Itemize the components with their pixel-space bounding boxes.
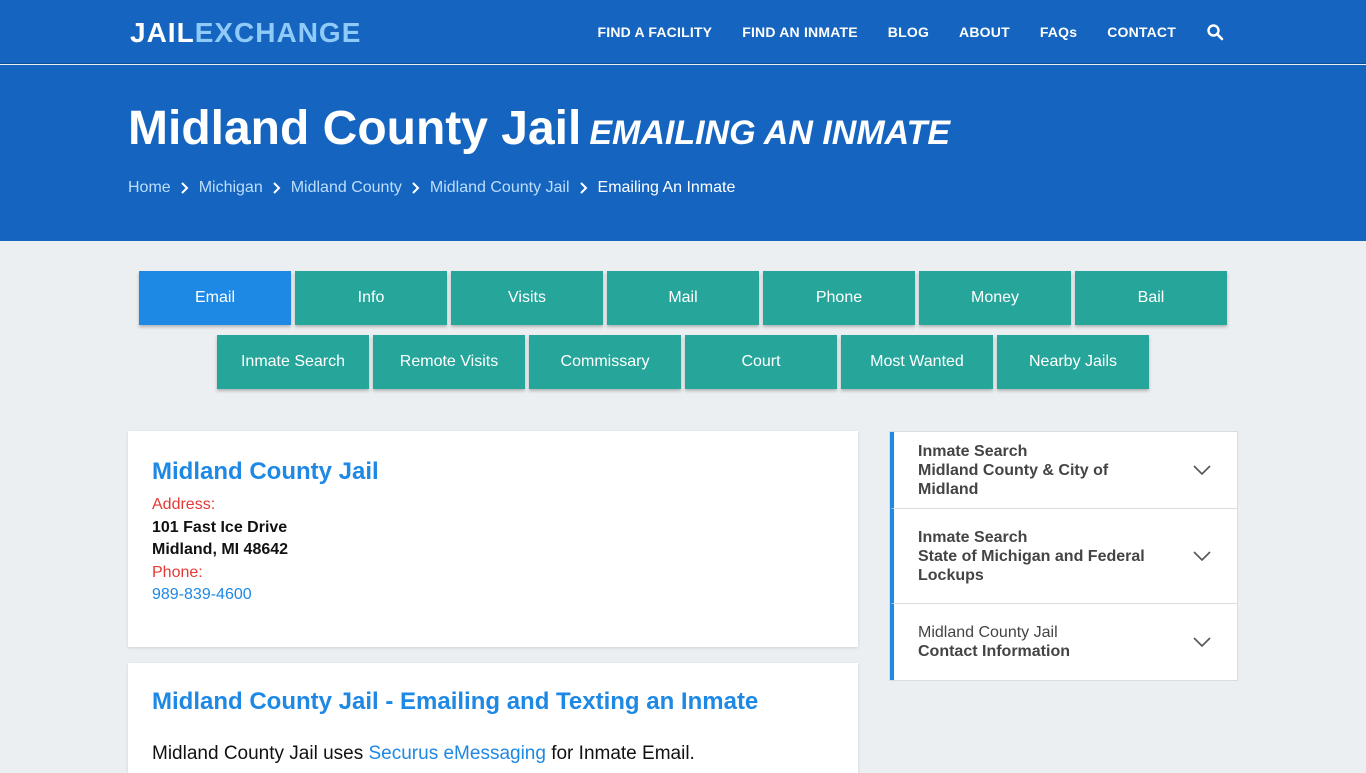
email-card-text: Midland County Jail uses Securus eMessag… [152, 743, 695, 765]
sidebar-item-subtitle: State of Michigan and Federal Lockups [918, 547, 1145, 584]
nav-contact[interactable]: CONTACT [1107, 24, 1176, 40]
tab-money[interactable]: Money [919, 271, 1071, 325]
sidebar-item-inmate-search-state[interactable]: Inmate Search State of Michigan and Fede… [890, 509, 1237, 604]
tab-bail[interactable]: Bail [1075, 271, 1227, 325]
sidebar-item-inmate-search-county[interactable]: Inmate Search Midland County & City of M… [890, 432, 1237, 509]
tab-mail[interactable]: Mail [607, 271, 759, 325]
facility-card-title: Midland County Jail [152, 458, 379, 485]
sidebar-item-title: Inmate Search [918, 442, 1028, 460]
breadcrumb: Home Michigan Midland County Midland Cou… [128, 179, 735, 197]
chevron-right-icon [180, 182, 189, 194]
sidebar-accordion: Inmate Search Midland County & City of M… [889, 431, 1238, 681]
email-card-title: Midland County Jail - Emailing and Texti… [152, 688, 759, 715]
sidebar-item-title: Midland County Jail [918, 624, 1058, 641]
tab-email[interactable]: Email [139, 271, 291, 325]
top-navbar: JAILEXCHANGE FIND A FACILITY FIND AN INM… [0, 0, 1366, 64]
nav-faqs[interactable]: FAQs [1040, 24, 1077, 40]
email-info-card: Midland County Jail - Emailing and Texti… [128, 663, 858, 773]
email-text-after: for Inmate Email. [545, 743, 695, 764]
tab-nearby-jails[interactable]: Nearby Jails [997, 335, 1149, 389]
tab-phone[interactable]: Phone [763, 271, 915, 325]
tab-inmate-search[interactable]: Inmate Search [217, 335, 369, 389]
phone-label: Phone: [152, 564, 203, 581]
facility-tabs-row-1: Email Info Visits Mail Phone Money Bail [0, 271, 1366, 325]
breadcrumb-current: Emailing An Inmate [597, 179, 736, 196]
address-line-2: Midland, MI 48642 [152, 541, 289, 558]
site-logo[interactable]: JAILEXCHANGE [130, 17, 361, 49]
breadcrumb-midland-county-jail[interactable]: Midland County Jail [430, 179, 570, 197]
nav-about[interactable]: ABOUT [959, 24, 1010, 40]
facility-tabs-row-2: Inmate Search Remote Visits Commissary C… [0, 335, 1366, 389]
page-hero: Midland County Jail Emailing An Inmate Ho… [0, 65, 1366, 241]
tab-most-wanted[interactable]: Most Wanted [841, 335, 993, 389]
chevron-down-icon [1193, 465, 1211, 475]
page-title-sub: Emailing An Inmate [589, 114, 951, 152]
email-text-before: Midland County Jail uses [152, 743, 369, 764]
tab-remote-visits[interactable]: Remote Visits [373, 335, 525, 389]
tab-info[interactable]: Info [295, 271, 447, 325]
chevron-down-icon [1193, 551, 1211, 561]
sidebar-item-contact-information[interactable]: Midland County Jail Contact Information [890, 604, 1237, 680]
logo-text-jail: JAIL [130, 17, 195, 48]
chevron-right-icon [273, 182, 281, 194]
nav-find-facility[interactable]: FIND A FACILITY [597, 24, 712, 40]
tab-visits[interactable]: Visits [451, 271, 603, 325]
chevron-right-icon [579, 182, 587, 194]
tab-court[interactable]: Court [685, 335, 837, 389]
chevron-right-icon [412, 182, 420, 194]
page-title: Midland County Jail Emailing An Inmate [128, 101, 950, 156]
sidebar-item-subtitle: Midland County & City of Midland [918, 461, 1109, 498]
sidebar-item-subtitle: Contact Information [918, 643, 1070, 660]
page-title-main: Midland County Jail [128, 102, 582, 155]
tab-commissary[interactable]: Commissary [529, 335, 681, 389]
breadcrumb-midland-county[interactable]: Midland County [291, 179, 402, 197]
address-line-1: 101 Fast Ice Drive [152, 519, 288, 536]
address-label: Address: [152, 496, 216, 513]
securus-emessaging-link[interactable]: Securus eMessaging [369, 743, 546, 764]
nav-find-inmate[interactable]: FIND AN INMATE [742, 24, 858, 40]
nav-blog[interactable]: BLOG [888, 24, 929, 40]
sidebar-item-title: Inmate Search [918, 528, 1028, 546]
breadcrumb-michigan[interactable]: Michigan [199, 179, 263, 197]
search-icon[interactable] [1206, 23, 1224, 41]
breadcrumb-home[interactable]: Home [128, 179, 171, 197]
logo-text-exchange: EXCHANGE [194, 17, 362, 48]
chevron-down-icon [1193, 637, 1211, 647]
main-nav: FIND A FACILITY FIND AN INMATE BLOG ABOU… [567, 0, 1224, 64]
facility-info-card: Midland County Jail Address: 101 Fast Ic… [128, 431, 858, 647]
phone-link[interactable]: 989-839-4600 [152, 586, 252, 604]
